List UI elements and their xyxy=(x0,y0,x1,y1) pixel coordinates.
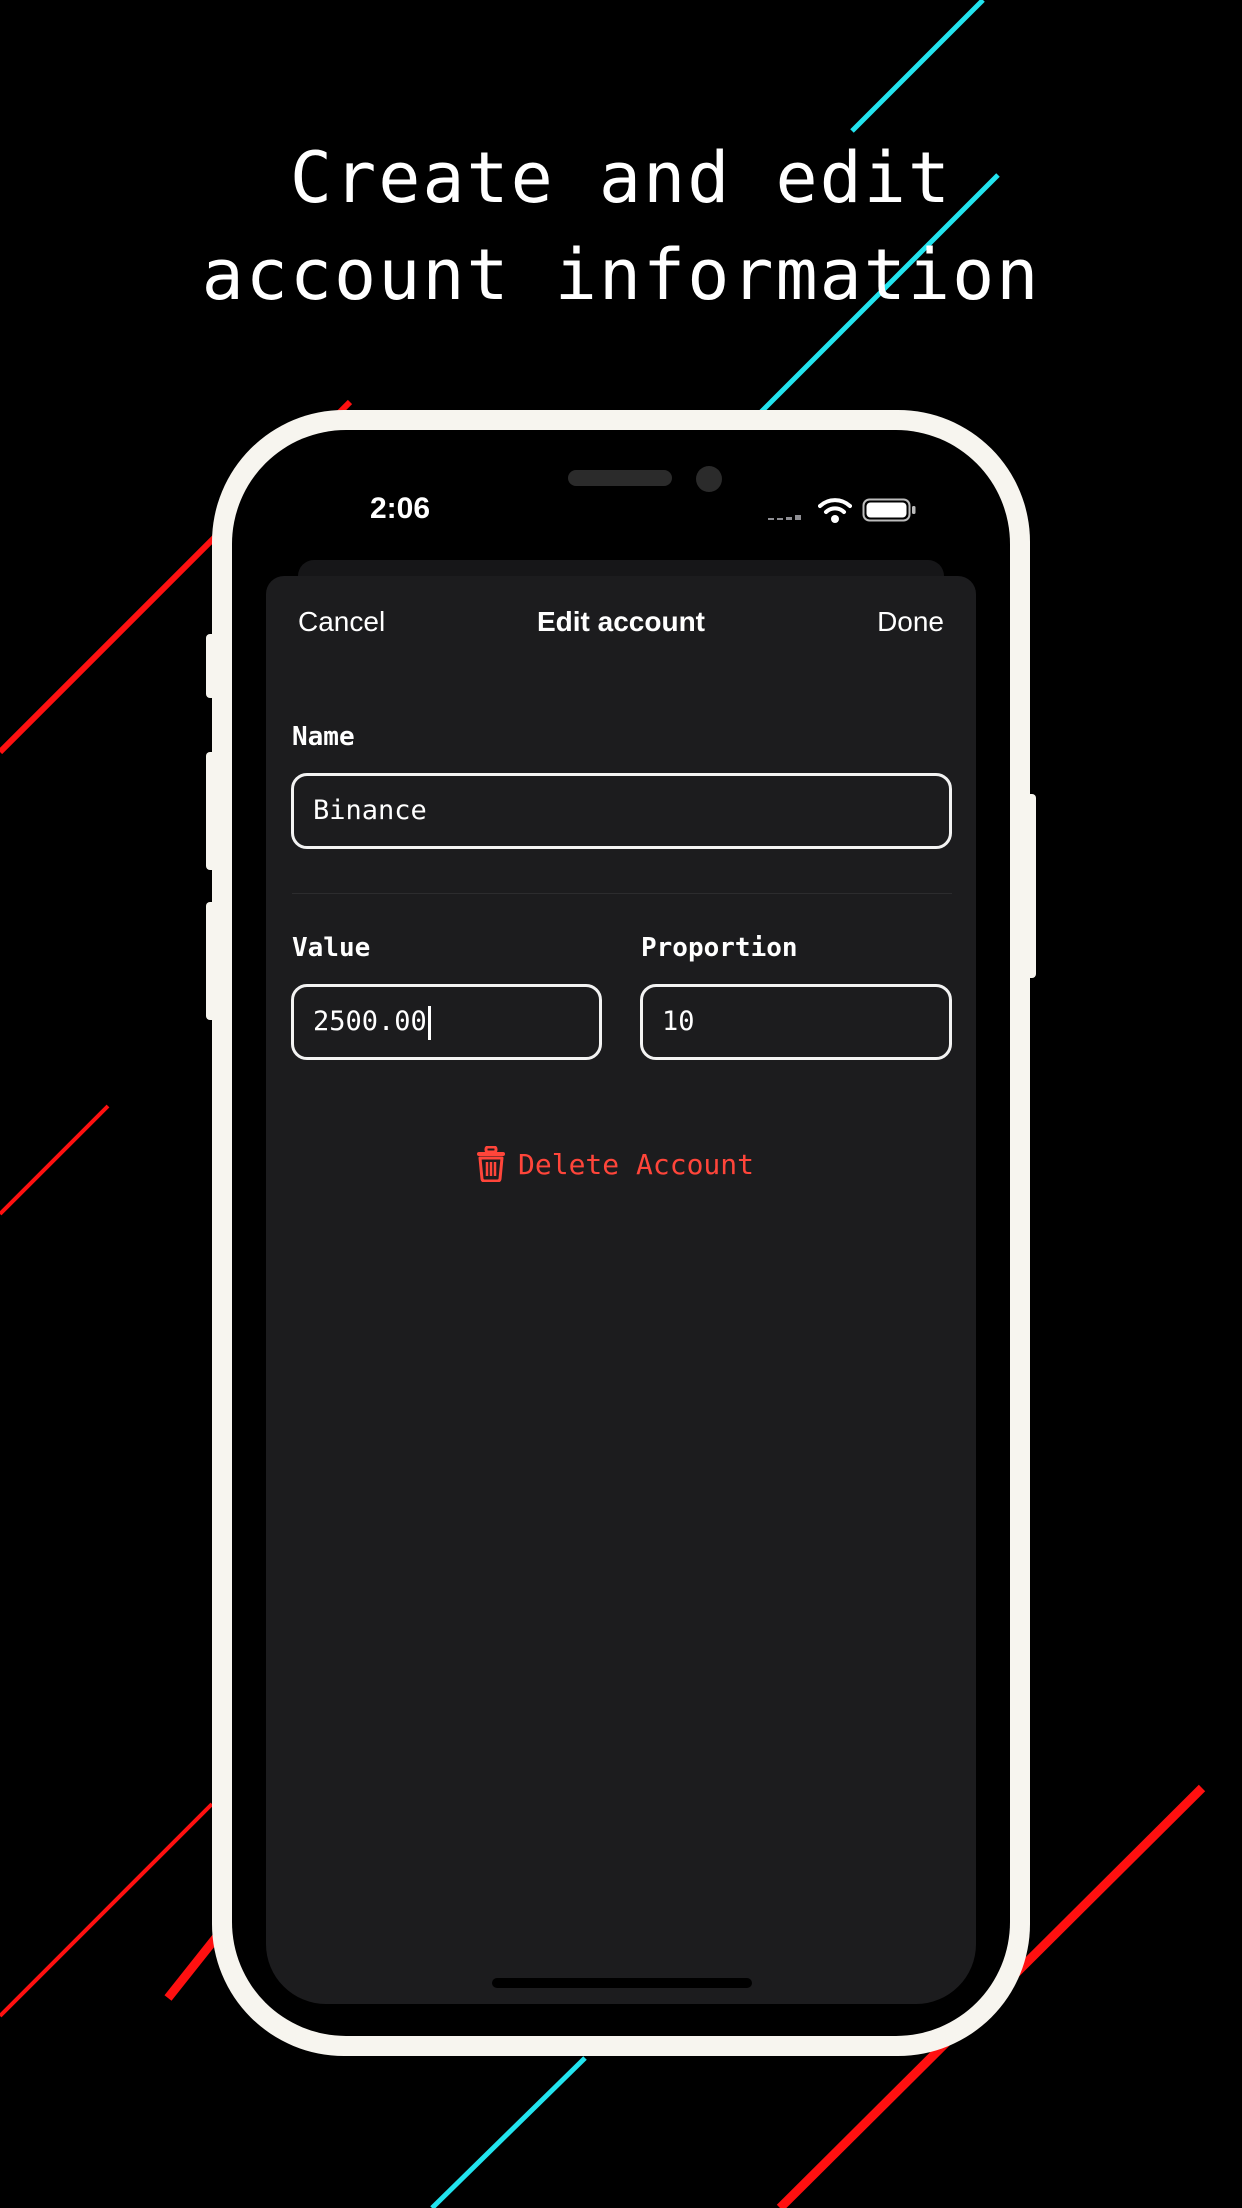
delete-account-label: Delete Account xyxy=(518,1147,755,1181)
battery-icon xyxy=(862,498,916,522)
red-line xyxy=(0,1104,110,1216)
text-cursor xyxy=(427,1005,431,1040)
done-button[interactable]: Done xyxy=(877,606,944,638)
cellular-signal-icon xyxy=(768,515,801,520)
name-field[interactable]: Binance xyxy=(291,773,952,849)
value-field[interactable]: 2500.00 xyxy=(291,984,602,1060)
value-field-value: 2500.00 xyxy=(313,1006,427,1037)
value-label: Value xyxy=(292,933,371,963)
headline-line-2: account information xyxy=(201,234,1041,316)
cyan-line xyxy=(430,2056,587,2208)
proportion-field[interactable]: 10 xyxy=(640,984,952,1060)
proportion-field-value: 10 xyxy=(662,1006,695,1037)
divider xyxy=(292,893,952,894)
phone-speaker xyxy=(568,470,672,486)
proportion-label: Proportion xyxy=(641,933,798,963)
trash-icon xyxy=(477,1146,505,1182)
name-field-value: Binance xyxy=(313,795,427,826)
name-label: Name xyxy=(292,722,355,752)
status-time: 2:06 xyxy=(369,492,431,525)
cyan-line xyxy=(850,0,985,133)
headline: Create and edit account information xyxy=(0,130,1242,324)
sheet-title: Edit account xyxy=(536,606,705,637)
cancel-button[interactable]: Cancel xyxy=(298,606,385,638)
wifi-icon xyxy=(818,498,852,523)
home-indicator[interactable] xyxy=(492,1978,752,1988)
headline-line-1: Create and edit xyxy=(289,137,953,219)
delete-account-button[interactable]: Delete Account xyxy=(476,1144,754,1184)
phone-camera xyxy=(696,466,722,492)
